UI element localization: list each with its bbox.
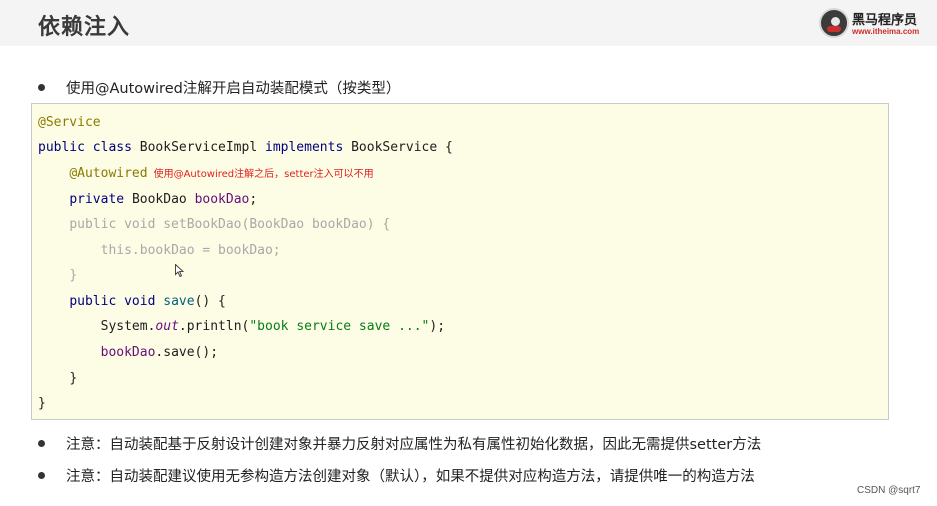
code-block: @Service public class BookServiceImpl im… [31,103,889,420]
mouse-cursor-icon [175,264,184,277]
watermark: CSDN @sqrt7 [857,485,921,496]
code-line: System.out.println("book service save ..… [100,319,446,334]
annotation-note: 使用@Autowired注解之后，setter注入可以不用 [153,169,374,180]
bullet-dot-icon [38,439,45,447]
logo-url: www.itheima.com [852,27,920,36]
code-line: public void setBookDao(BookDao bookDao) … [69,217,391,232]
code-line: } [69,268,78,283]
code-line: } [38,396,46,411]
code-line: public void save() { [69,294,226,309]
bullet-text: 注意：自动装配建议使用无参构造方法创建对象（默认），如果不提供对应构造方法，请提… [66,468,755,485]
header-bar: 依赖注入 黑马程序员 www.itheima.com [0,0,937,46]
code-line: private BookDao bookDao; [69,192,258,207]
code-line: } [69,371,78,386]
code-line: public class BookServiceImpl implements … [38,140,453,155]
logo-name: 黑马程序员 [852,13,918,28]
code-line: this.bookDao = bookDao; [100,243,281,258]
bullet-item: 注意：自动装配基于反射设计创建对象并暴力反射对应属性为私有属性初始化数据，因此无… [38,432,761,454]
brand-logo: 黑马程序员 www.itheima.com [819,8,931,40]
code-line: @Autowired 使用@Autowired注解之后，setter注入可以不用 [69,166,374,181]
bullet-dot-icon [38,471,45,479]
bullet-text: 使用@Autowired注解开启自动装配模式（按类型） [66,80,401,97]
page-title: 依赖注入 [38,15,131,40]
bullet-text: 注意：自动装配基于反射设计创建对象并暴力反射对应属性为私有属性初始化数据，因此无… [66,436,762,453]
logo-mark-icon [819,8,849,38]
code-line: @Service [38,115,101,130]
code-line: bookDao.save(); [100,345,219,360]
bullet-item: 注意：自动装配建议使用无参构造方法创建对象（默认），如果不提供对应构造方法，请提… [38,464,755,486]
bullet-item: 使用@Autowired注解开启自动装配模式（按类型） [38,76,400,98]
bullet-dot-icon [38,83,45,91]
